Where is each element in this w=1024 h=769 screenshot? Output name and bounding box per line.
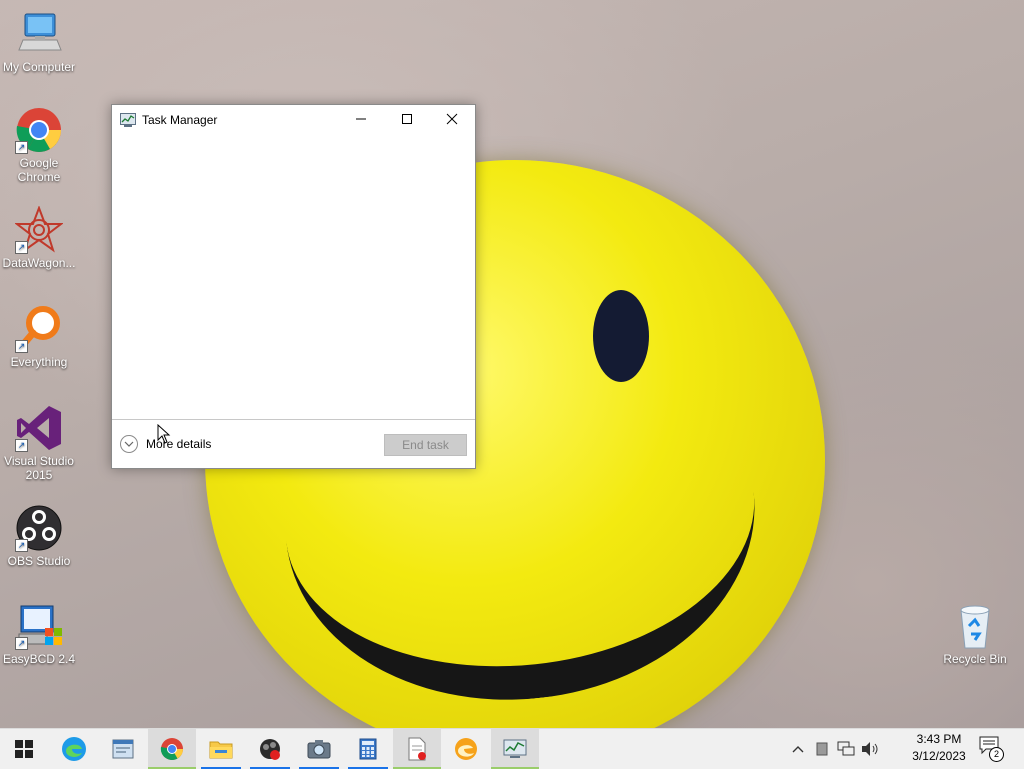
- everything-search-icon: ↗: [15, 305, 63, 353]
- document-icon: [408, 737, 426, 761]
- show-hidden-icons-button[interactable]: [788, 739, 808, 759]
- task-manager-icon: [503, 739, 527, 758]
- volume-button[interactable]: [860, 739, 880, 759]
- visual-studio-icon: ↗: [15, 404, 63, 452]
- taskbar-task-manager[interactable]: [491, 729, 539, 769]
- task-manager-icon: [120, 113, 136, 127]
- browser-icon: [455, 738, 477, 760]
- taskbar-control-panel[interactable]: [99, 729, 147, 769]
- taskbar-chrome[interactable]: [148, 729, 196, 769]
- maximize-icon: [402, 114, 412, 124]
- minimize-icon: [356, 118, 366, 120]
- taskbar: 3:43 PM 3/12/2023 2: [0, 728, 1024, 769]
- window-title: Task Manager: [142, 113, 218, 127]
- shortcut-arrow-icon: ↗: [15, 141, 28, 154]
- edge-icon: [62, 737, 86, 761]
- chevron-up-icon: [792, 746, 804, 753]
- shortcut-arrow-icon: ↗: [15, 241, 28, 254]
- calculator-icon: [359, 738, 377, 760]
- shortcut-arrow-icon: ↗: [15, 340, 28, 353]
- mouse-cursor-icon: [157, 424, 171, 444]
- desktop-icon-label: OBS Studio: [7, 554, 71, 568]
- desktop-icon-recycle-bin[interactable]: Recycle Bin: [937, 602, 1013, 666]
- close-button[interactable]: [429, 105, 475, 135]
- clock-date: 3/12/2023: [912, 749, 966, 763]
- close-icon: [446, 113, 458, 125]
- taskbar-calculator[interactable]: [344, 729, 392, 769]
- windows-logo-icon: [15, 740, 33, 758]
- folder-icon: [209, 741, 233, 759]
- window-app-icon: [112, 739, 134, 759]
- chrome-icon: ↗: [15, 106, 63, 154]
- clock-time: 3:43 PM: [916, 732, 962, 746]
- desktop-icon-label: DataWagon...: [2, 256, 76, 270]
- taskbar-browser[interactable]: [442, 729, 490, 769]
- taskbar-camera[interactable]: [295, 729, 343, 769]
- network-icon: [837, 741, 855, 756]
- easybcd-icon: ↗: [15, 602, 63, 650]
- more-details-label: More details: [146, 437, 212, 451]
- chevron-down-icon: [120, 435, 138, 453]
- desktop-icon-label: Google Chrome: [17, 156, 61, 184]
- desktop-icon-visual-studio-2015[interactable]: ↗ Visual Studio 2015: [1, 404, 77, 482]
- shortcut-arrow-icon: ↗: [15, 439, 28, 452]
- computer-icon: [15, 10, 63, 58]
- desktop-icon-datawagon[interactable]: ↗ DataWagon...: [1, 205, 77, 270]
- camera-icon: [307, 740, 331, 759]
- footer-divider: [112, 419, 475, 420]
- shortcut-arrow-icon: ↗: [15, 539, 28, 552]
- desktop-icon-obs-studio[interactable]: ↗ OBS Studio: [1, 504, 77, 568]
- desktop-icon-label: Recycle Bin: [943, 652, 1007, 666]
- desktop-icon-label: Everything: [10, 355, 68, 369]
- shortcut-arrow-icon: ↗: [15, 637, 28, 650]
- desktop-icon-my-computer[interactable]: My Computer: [1, 10, 77, 74]
- taskbar-edge[interactable]: [50, 729, 98, 769]
- taskbar-document-viewer[interactable]: [393, 729, 441, 769]
- title-bar[interactable]: Task Manager: [112, 105, 475, 135]
- desktop-icon-easybcd[interactable]: ↗ EasyBCD 2.4: [1, 602, 77, 666]
- task-manager-window[interactable]: Task Manager More details End task: [111, 104, 476, 469]
- speaker-icon: [862, 742, 878, 756]
- desktop-icon-everything[interactable]: ↗ Everything: [1, 305, 77, 369]
- recycle-bin-icon: [951, 602, 999, 650]
- network-button[interactable]: [836, 739, 856, 759]
- minimize-button[interactable]: [338, 105, 384, 135]
- action-center-button[interactable]: 2: [978, 735, 1008, 763]
- desktop-icon-label: My Computer: [2, 60, 76, 74]
- taskbar-screen-recorder[interactable]: [246, 729, 294, 769]
- tray-app-icon[interactable]: [812, 739, 832, 759]
- desktop-icon-google-chrome[interactable]: ↗ Google Chrome: [1, 106, 77, 184]
- tablet-icon: [816, 742, 828, 756]
- start-button[interactable]: [0, 729, 48, 769]
- taskbar-file-explorer[interactable]: [197, 729, 245, 769]
- datawagon-icon: ↗: [14, 205, 64, 254]
- clock[interactable]: 3:43 PM 3/12/2023: [898, 731, 980, 765]
- desktop-icon-label: Visual Studio 2015: [4, 454, 74, 482]
- desktop-icon-label: EasyBCD 2.4: [2, 652, 76, 666]
- maximize-button[interactable]: [384, 105, 430, 135]
- obs-icon: ↗: [15, 504, 63, 552]
- record-icon: [260, 739, 280, 760]
- notification-count-badge: 2: [989, 747, 1004, 762]
- chrome-icon: [160, 738, 183, 760]
- end-task-button[interactable]: End task: [384, 434, 467, 456]
